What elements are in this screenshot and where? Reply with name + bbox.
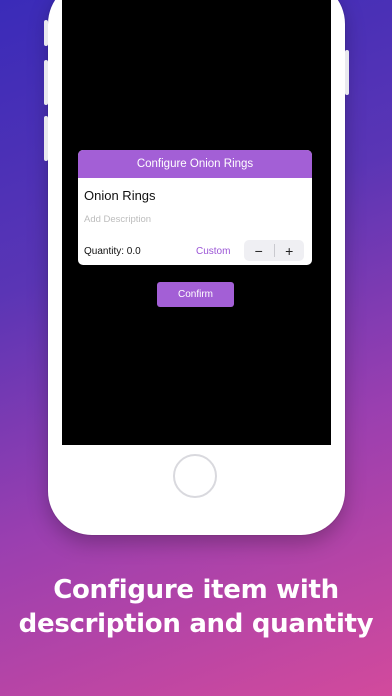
quantity-label: Quantity: 0.0 <box>84 246 141 257</box>
phone-frame: Configure Onion Rings Onion Rings Quanti… <box>44 0 349 535</box>
phone-power-button <box>345 50 349 95</box>
custom-quantity-button[interactable]: Custom <box>196 246 230 257</box>
dialog-title: Configure Onion Rings <box>78 150 312 178</box>
description-input[interactable] <box>84 214 284 225</box>
phone-volume-down-button <box>44 116 48 161</box>
home-button[interactable] <box>173 454 217 498</box>
phone-screen: Configure Onion Rings Onion Rings Quanti… <box>62 0 331 445</box>
caption-line-2: description and quantity <box>18 609 374 639</box>
decrement-button[interactable]: − <box>244 240 274 261</box>
confirm-button[interactable]: Confirm <box>157 282 234 307</box>
caption-line-1: Configure item with <box>53 575 339 605</box>
item-name: Onion Rings <box>84 188 156 203</box>
configure-item-dialog: Configure Onion Rings Onion Rings Quanti… <box>78 150 312 265</box>
promo-caption: Configure item with description and quan… <box>0 573 392 641</box>
phone-side-button <box>44 20 48 46</box>
increment-button[interactable]: + <box>275 240 305 261</box>
quantity-stepper: − + <box>244 240 304 261</box>
phone-volume-up-button <box>44 60 48 105</box>
